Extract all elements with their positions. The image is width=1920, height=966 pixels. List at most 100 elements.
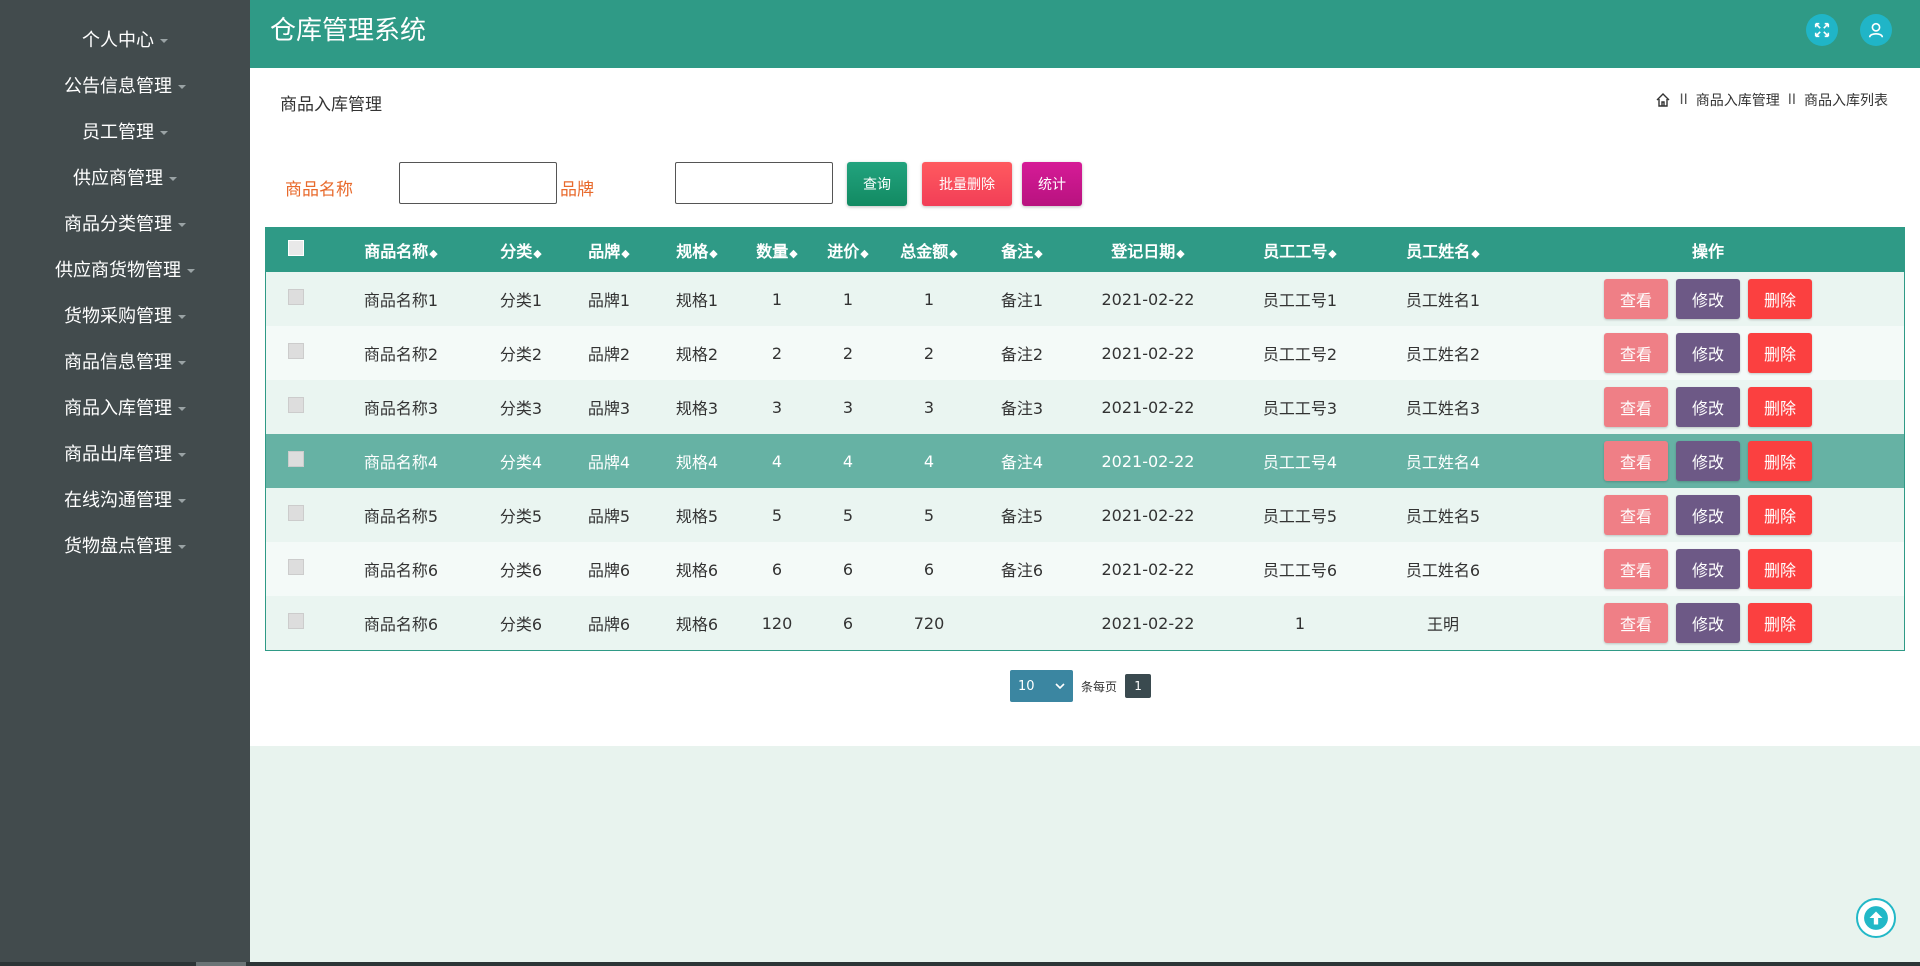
table-cell: 员工姓名4	[1405, 453, 1481, 472]
sort-icon[interactable]: ◆	[1471, 247, 1479, 260]
table-cell: 2	[771, 343, 783, 363]
sidebar-item[interactable]: 在线沟通管理	[0, 476, 250, 522]
edit-button[interactable]: 修改	[1676, 387, 1740, 427]
table-row[interactable]: 商品名称4 分类4 品牌4 规格4 4 4 4 备注4 2021-02-22 员工工号4 员工姓名4…	[266, 434, 1904, 488]
table-row[interactable]: 商品名称6 分类6 品牌6 规格6 120 6 720 2021-02-22 1 王明 查看 修改 删除	[266, 596, 1904, 650]
table-cell: 1	[923, 289, 935, 309]
chevron-down-icon	[178, 85, 186, 89]
sort-icon[interactable]: ◆	[709, 247, 717, 260]
view-button[interactable]: 查看	[1604, 279, 1668, 319]
row-checkbox[interactable]	[288, 505, 304, 521]
column-header[interactable]: 数量◆	[742, 228, 812, 272]
table-row[interactable]: 商品名称5 分类5 品牌5 规格5 5 5 5 备注5 2021-02-22 员工工号5 员工姓名5…	[266, 488, 1904, 542]
table-row[interactable]: 商品名称1 分类1 品牌1 规格1 1 1 1 备注1 2021-02-22 员工工号1 员工姓名1…	[266, 272, 1904, 326]
breadcrumb: II 商品入库管理 II 商品入库列表	[1655, 90, 1888, 110]
column-header-label: 数量	[756, 242, 789, 261]
query-button[interactable]: 查询	[847, 162, 907, 206]
table-cell: 品牌2	[587, 345, 631, 364]
fullscreen-button[interactable]	[1806, 14, 1838, 46]
table-cell: 备注6	[1000, 561, 1044, 580]
home-icon[interactable]	[1655, 92, 1671, 108]
sort-icon[interactable]: ◆	[621, 247, 629, 260]
delete-button[interactable]: 删除	[1748, 603, 1812, 643]
select-all-checkbox[interactable]	[288, 240, 304, 256]
sidebar-item[interactable]: 商品信息管理	[0, 338, 250, 384]
sort-icon[interactable]: ◆	[1034, 247, 1042, 260]
row-checkbox[interactable]	[288, 397, 304, 413]
delete-button[interactable]: 删除	[1748, 387, 1812, 427]
edit-button[interactable]: 修改	[1676, 279, 1740, 319]
sort-icon[interactable]: ◆	[949, 247, 957, 260]
column-header[interactable]: 规格◆	[652, 228, 742, 272]
scrollbar-thumb[interactable]	[196, 962, 246, 966]
row-checkbox[interactable]	[288, 451, 304, 467]
delete-button[interactable]: 删除	[1748, 279, 1812, 319]
edit-button[interactable]: 修改	[1676, 495, 1740, 535]
sidebar-item[interactable]: 个人中心	[0, 16, 250, 62]
table-cell: 2	[842, 343, 854, 363]
sort-icon[interactable]: ◆	[1328, 247, 1336, 260]
edit-button[interactable]: 修改	[1676, 333, 1740, 373]
brand-input[interactable]	[675, 162, 833, 204]
product-name-input[interactable]	[399, 162, 557, 204]
breadcrumb-item[interactable]: 商品入库管理	[1696, 90, 1780, 110]
column-header[interactable]: 分类◆	[476, 228, 566, 272]
column-header[interactable]: 员工工号◆	[1226, 228, 1374, 272]
sort-icon[interactable]: ◆	[789, 247, 797, 260]
sidebar-item[interactable]: 员工管理	[0, 108, 250, 154]
view-button[interactable]: 查看	[1604, 603, 1668, 643]
user-button[interactable]	[1860, 14, 1892, 46]
sidebar-item[interactable]: 供应商货物管理	[0, 246, 250, 292]
sidebar-item-label: 公告信息管理	[64, 76, 172, 97]
delete-button[interactable]: 删除	[1748, 333, 1812, 373]
column-header[interactable]: 备注◆	[974, 228, 1070, 272]
edit-button[interactable]: 修改	[1676, 441, 1740, 481]
sidebar-item[interactable]: 公告信息管理	[0, 62, 250, 108]
row-checkbox[interactable]	[288, 559, 304, 575]
page-number-current[interactable]: 1	[1125, 674, 1152, 698]
sort-icon[interactable]: ◆	[533, 247, 541, 260]
table-row[interactable]: 商品名称3 分类3 品牌3 规格3 3 3 3 备注3 2021-02-22 员工工号3 员工姓名3…	[266, 380, 1904, 434]
column-header[interactable]: 总金额◆	[884, 228, 974, 272]
sort-icon[interactable]: ◆	[1176, 247, 1184, 260]
sidebar-item[interactable]: 商品分类管理	[0, 200, 250, 246]
view-button[interactable]: 查看	[1604, 387, 1668, 427]
table-row[interactable]: 商品名称6 分类6 品牌6 规格6 6 6 6 备注6 2021-02-22 员工工号6 员工姓名6…	[266, 542, 1904, 596]
delete-button[interactable]: 删除	[1748, 441, 1812, 481]
page-size-select[interactable]: 10	[1010, 670, 1073, 702]
sidebar-item[interactable]: 货物盘点管理	[0, 522, 250, 568]
edit-button[interactable]: 修改	[1676, 549, 1740, 589]
column-header[interactable]: 品牌◆	[566, 228, 652, 272]
sidebar: 个人中心 公告信息管理 员工管理 供应商管理 商品分类管理 供应商货物管理 货物采购管理 商品…	[0, 0, 250, 966]
row-select-cell	[266, 326, 326, 380]
sidebar-item[interactable]: 商品出库管理	[0, 430, 250, 476]
delete-button[interactable]: 删除	[1748, 549, 1812, 589]
sidebar-item-label: 商品入库管理	[64, 398, 172, 419]
sort-icon[interactable]: ◆	[429, 247, 437, 260]
view-button[interactable]: 查看	[1604, 549, 1668, 589]
table-cell: 5	[923, 505, 935, 525]
column-header[interactable]: 登记日期◆	[1070, 228, 1226, 272]
horizontal-scrollbar[interactable]	[0, 962, 1920, 966]
sort-icon[interactable]: ◆	[860, 247, 868, 260]
stats-button[interactable]: 统计	[1022, 162, 1082, 206]
sidebar-item[interactable]: 商品入库管理	[0, 384, 250, 430]
view-button[interactable]: 查看	[1604, 441, 1668, 481]
batch-delete-button[interactable]: 批量删除	[922, 162, 1012, 206]
delete-button[interactable]: 删除	[1748, 495, 1812, 535]
sidebar-item[interactable]: 货物采购管理	[0, 292, 250, 338]
table-cell: 5	[842, 505, 854, 525]
row-checkbox[interactable]	[288, 613, 304, 629]
column-header[interactable]: 员工姓名◆	[1374, 228, 1512, 272]
view-button[interactable]: 查看	[1604, 495, 1668, 535]
row-checkbox[interactable]	[288, 289, 304, 305]
view-button[interactable]: 查看	[1604, 333, 1668, 373]
column-header[interactable]: 进价◆	[812, 228, 884, 272]
row-checkbox[interactable]	[288, 343, 304, 359]
sidebar-item[interactable]: 供应商管理	[0, 154, 250, 200]
edit-button[interactable]: 修改	[1676, 603, 1740, 643]
back-to-top-button[interactable]	[1856, 898, 1896, 938]
column-header[interactable]: 商品名称◆	[326, 228, 476, 272]
column-header-label: 规格	[676, 242, 709, 261]
table-row[interactable]: 商品名称2 分类2 品牌2 规格2 2 2 2 备注2 2021-02-22 员工工号2 员工姓名2…	[266, 326, 1904, 380]
